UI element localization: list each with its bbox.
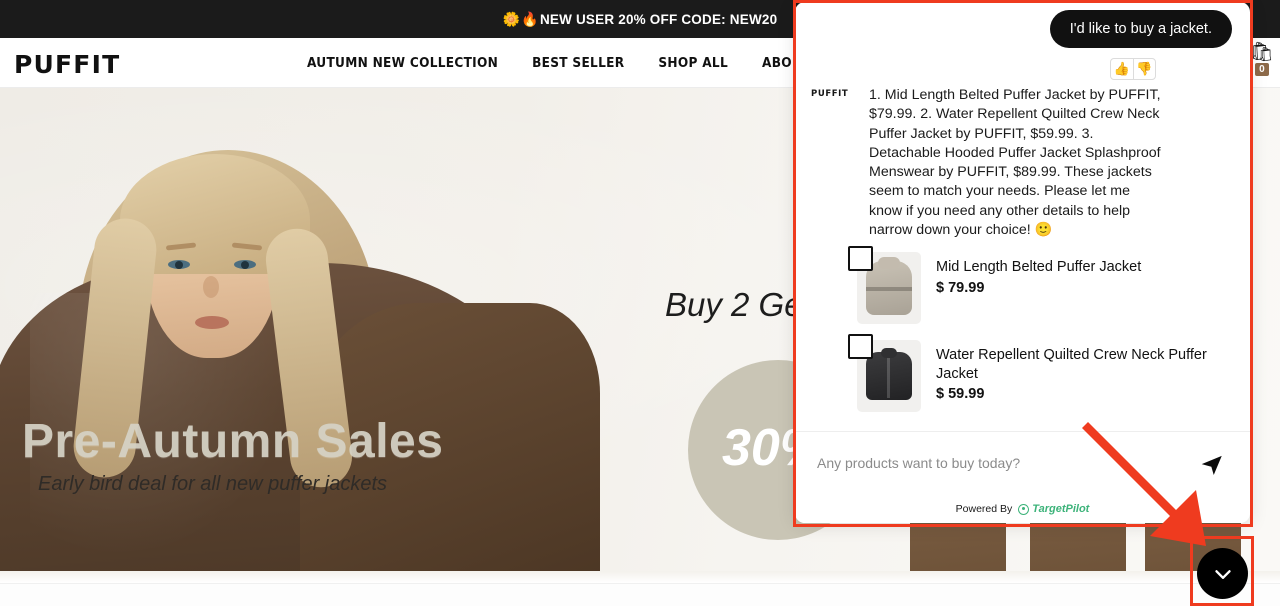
product-info: Mid Length Belted Puffer Jacket $ 79.99 bbox=[936, 252, 1141, 296]
nav-item-best-seller[interactable]: BEST SELLER bbox=[532, 55, 624, 71]
hero-floor bbox=[0, 571, 1280, 583]
thumbs-down-icon[interactable]: 👎 bbox=[1133, 59, 1155, 79]
bot-avatar: PUFFIT bbox=[811, 89, 849, 99]
thumbs-up-icon[interactable]: 👍 bbox=[1111, 59, 1133, 79]
main-navigation: AUTUMN NEW COLLECTION BEST SELLER SHOP A… bbox=[307, 55, 834, 71]
hero-title: Pre-Autumn Sales bbox=[22, 415, 444, 468]
model-eye-left bbox=[168, 260, 190, 269]
model-nose bbox=[203, 276, 219, 298]
black-quilted-jacket-icon bbox=[866, 348, 912, 401]
hero-promo-headline: Buy 2 Ge bbox=[665, 286, 803, 323]
product-card[interactable]: Mid Length Belted Puffer Jacket $ 79.99 bbox=[848, 246, 1232, 325]
product-thumbnail-wrap bbox=[848, 334, 921, 413]
model-eye-right bbox=[234, 260, 256, 269]
shopping-bag-icon: 🛍 bbox=[1249, 42, 1274, 63]
chat-user-message-row: I'd like to buy a jacket. bbox=[795, 2, 1250, 48]
cart-button[interactable]: 🛍 0 bbox=[1249, 42, 1274, 76]
promo-banner-text: NEW USER 20% OFF CODE: NEW20 bbox=[539, 11, 778, 27]
product-name: Mid Length Belted Puffer Jacket bbox=[936, 259, 1142, 276]
brand-logo[interactable]: PUFFIT bbox=[14, 50, 120, 79]
targetpilot-name: TargetPilot bbox=[1032, 503, 1090, 515]
product-select-checkbox[interactable] bbox=[848, 246, 873, 272]
fire-emoji-icon: 🔥 bbox=[521, 10, 539, 27]
product-recommendation-list: Mid Length Belted Puffer Jacket $ 79.99 … bbox=[795, 240, 1250, 413]
cart-count-badge: 0 bbox=[1255, 63, 1269, 76]
chat-bot-message-row: PUFFIT 1. Mid Length Belted Puffer Jacke… bbox=[795, 80, 1250, 240]
page-bottom-strip bbox=[0, 583, 1280, 606]
product-price: $ 59.99 bbox=[936, 386, 985, 403]
chat-input-area: Powered By TargetPilot bbox=[795, 431, 1250, 523]
targetpilot-mark-icon bbox=[1018, 503, 1030, 515]
product-select-checkbox[interactable] bbox=[848, 334, 873, 360]
chat-message-list[interactable]: I'd like to buy a jacket. 👍 👎 PUFFIT 1. … bbox=[795, 2, 1250, 431]
chat-collapse-button[interactable] bbox=[1197, 548, 1248, 599]
hero-model-image bbox=[0, 88, 682, 583]
chat-widget: I'd like to buy a jacket. 👍 👎 PUFFIT 1. … bbox=[795, 2, 1250, 523]
send-button[interactable] bbox=[1196, 449, 1228, 481]
powered-by-footer: Powered By TargetPilot bbox=[795, 503, 1250, 515]
chat-feedback-row: 👍 👎 bbox=[795, 48, 1250, 80]
chat-user-message: I'd like to buy a jacket. bbox=[1049, 10, 1232, 48]
chevron-down-icon bbox=[1214, 569, 1231, 579]
product-card[interactable]: Water Repellent Quilted Crew Neck Puffer… bbox=[848, 334, 1232, 413]
product-price: $ 79.99 bbox=[936, 279, 985, 296]
nav-item-autumn-new-collection[interactable]: AUTUMN NEW COLLECTION bbox=[307, 55, 498, 71]
nav-item-shop-all[interactable]: SHOP ALL bbox=[658, 55, 728, 71]
hero-subtitle: Early bird deal for all new puffer jacke… bbox=[38, 473, 388, 495]
model-lips bbox=[195, 316, 229, 329]
flower-emoji-icon: 🌼 bbox=[502, 10, 521, 27]
chat-input[interactable] bbox=[817, 455, 1147, 471]
product-thumbnail-wrap bbox=[848, 246, 921, 325]
chat-bot-message: 1. Mid Length Belted Puffer Jacket by PU… bbox=[869, 87, 1161, 239]
product-name: Water Repellent Quilted Crew Neck Puffer… bbox=[936, 347, 1207, 382]
powered-by-label: Powered By bbox=[955, 503, 1013, 515]
targetpilot-logo: TargetPilot bbox=[1018, 503, 1089, 515]
send-paper-plane-icon bbox=[1201, 455, 1222, 475]
feedback-button-group: 👍 👎 bbox=[1110, 58, 1156, 80]
product-info: Water Repellent Quilted Crew Neck Puffer… bbox=[936, 340, 1232, 402]
